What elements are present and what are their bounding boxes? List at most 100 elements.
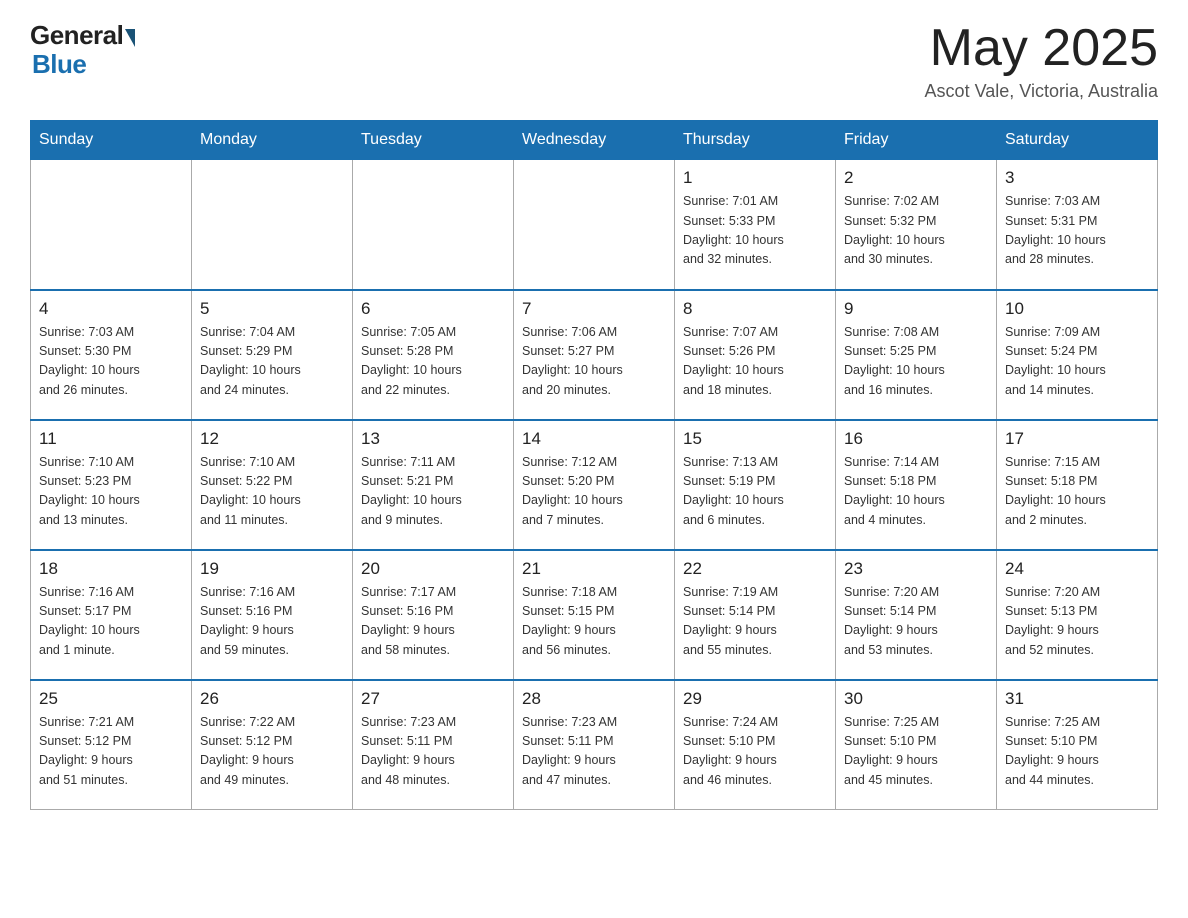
- calendar-cell: 17 Sunrise: 7:15 AMSunset: 5:18 PMDayligh…: [997, 420, 1158, 550]
- day-number: 8: [683, 299, 827, 319]
- calendar-table: SundayMondayTuesdayWednesdayThursdayFrid…: [30, 120, 1158, 810]
- day-number: 6: [361, 299, 505, 319]
- calendar-cell: [353, 160, 514, 290]
- col-header-thursday: Thursday: [675, 121, 836, 160]
- day-info: Sunrise: 7:20 AMSunset: 5:14 PMDaylight:…: [844, 583, 988, 661]
- day-info: Sunrise: 7:18 AMSunset: 5:15 PMDaylight:…: [522, 583, 666, 661]
- day-info: Sunrise: 7:19 AMSunset: 5:14 PMDaylight:…: [683, 583, 827, 661]
- day-info: Sunrise: 7:02 AMSunset: 5:32 PMDaylight:…: [844, 192, 988, 270]
- day-number: 20: [361, 559, 505, 579]
- calendar-cell: 5 Sunrise: 7:04 AMSunset: 5:29 PMDaylight…: [192, 290, 353, 420]
- calendar-cell: 4 Sunrise: 7:03 AMSunset: 5:30 PMDaylight…: [31, 290, 192, 420]
- day-number: 17: [1005, 429, 1149, 449]
- day-number: 31: [1005, 689, 1149, 709]
- page-header: General Blue May 2025 Ascot Vale, Victor…: [30, 20, 1158, 102]
- day-number: 1: [683, 168, 827, 188]
- calendar-cell: 15Sunrise: 7:13 AMSunset: 5:19 PMDayligh…: [675, 420, 836, 550]
- logo: General Blue: [30, 20, 135, 80]
- logo-general-text: General: [30, 20, 123, 51]
- day-number: 21: [522, 559, 666, 579]
- calendar-cell: 24Sunrise: 7:20 AMSunset: 5:13 PMDayligh…: [997, 550, 1158, 680]
- day-info: Sunrise: 7:12 AMSunset: 5:20 PMDaylight:…: [522, 453, 666, 531]
- day-info: Sunrise: 7:21 AMSunset: 5:12 PMDaylight:…: [39, 713, 183, 791]
- calendar-cell: 11Sunrise: 7:10 AMSunset: 5:23 PMDayligh…: [31, 420, 192, 550]
- day-number: 3: [1005, 168, 1149, 188]
- day-number: 5: [200, 299, 344, 319]
- calendar-cell: 9Sunrise: 7:08 AMSunset: 5:25 PMDaylight…: [836, 290, 997, 420]
- calendar-cell: 8 Sunrise: 7:07 AMSunset: 5:26 PMDaylight…: [675, 290, 836, 420]
- day-number: 25: [39, 689, 183, 709]
- day-info: Sunrise: 7:06 AMSunset: 5:27 PMDaylight:…: [522, 323, 666, 401]
- day-info: Sunrise: 7:01 AMSunset: 5:33 PMDaylight:…: [683, 192, 827, 270]
- day-info: Sunrise: 7:09 AMSunset: 5:24 PMDaylight:…: [1005, 323, 1149, 401]
- calendar-cell: 29Sunrise: 7:24 AMSunset: 5:10 PMDayligh…: [675, 680, 836, 810]
- calendar-cell: 27 Sunrise: 7:23 AMSunset: 5:11 PMDayligh…: [353, 680, 514, 810]
- month-title: May 2025: [925, 20, 1158, 77]
- day-info: Sunrise: 7:14 AMSunset: 5:18 PMDaylight:…: [844, 453, 988, 531]
- day-info: Sunrise: 7:07 AMSunset: 5:26 PMDaylight:…: [683, 323, 827, 401]
- col-header-sunday: Sunday: [31, 121, 192, 160]
- day-number: 23: [844, 559, 988, 579]
- day-info: Sunrise: 7:23 AMSunset: 5:11 PMDaylight:…: [522, 713, 666, 791]
- calendar-cell: 20 Sunrise: 7:17 AMSunset: 5:16 PMDayligh…: [353, 550, 514, 680]
- week-row-1: 1 Sunrise: 7:01 AMSunset: 5:33 PMDaylight…: [31, 160, 1158, 290]
- day-info: Sunrise: 7:03 AMSunset: 5:31 PMDaylight:…: [1005, 192, 1149, 270]
- calendar-cell: 6 Sunrise: 7:05 AMSunset: 5:28 PMDaylight…: [353, 290, 514, 420]
- day-info: Sunrise: 7:17 AMSunset: 5:16 PMDaylight:…: [361, 583, 505, 661]
- calendar-cell: 12 Sunrise: 7:10 AMSunset: 5:22 PMDayligh…: [192, 420, 353, 550]
- calendar-cell: 10 Sunrise: 7:09 AMSunset: 5:24 PMDayligh…: [997, 290, 1158, 420]
- day-number: 10: [1005, 299, 1149, 319]
- col-header-saturday: Saturday: [997, 121, 1158, 160]
- calendar-cell: 14 Sunrise: 7:12 AMSunset: 5:20 PMDayligh…: [514, 420, 675, 550]
- calendar-cell: 25 Sunrise: 7:21 AMSunset: 5:12 PMDayligh…: [31, 680, 192, 810]
- week-row-2: 4 Sunrise: 7:03 AMSunset: 5:30 PMDaylight…: [31, 290, 1158, 420]
- day-number: 2: [844, 168, 988, 188]
- day-number: 19: [200, 559, 344, 579]
- day-number: 14: [522, 429, 666, 449]
- day-info: Sunrise: 7:23 AMSunset: 5:11 PMDaylight:…: [361, 713, 505, 791]
- calendar-cell: 26 Sunrise: 7:22 AMSunset: 5:12 PMDayligh…: [192, 680, 353, 810]
- day-number: 11: [39, 429, 183, 449]
- day-info: Sunrise: 7:11 AMSunset: 5:21 PMDaylight:…: [361, 453, 505, 531]
- day-number: 30: [844, 689, 988, 709]
- day-info: Sunrise: 7:22 AMSunset: 5:12 PMDaylight:…: [200, 713, 344, 791]
- col-header-tuesday: Tuesday: [353, 121, 514, 160]
- day-number: 16: [844, 429, 988, 449]
- day-info: Sunrise: 7:03 AMSunset: 5:30 PMDaylight:…: [39, 323, 183, 401]
- location-text: Ascot Vale, Victoria, Australia: [925, 81, 1158, 102]
- calendar-header-row: SundayMondayTuesdayWednesdayThursdayFrid…: [31, 121, 1158, 160]
- calendar-cell: 21 Sunrise: 7:18 AMSunset: 5:15 PMDayligh…: [514, 550, 675, 680]
- calendar-cell: [514, 160, 675, 290]
- day-info: Sunrise: 7:05 AMSunset: 5:28 PMDaylight:…: [361, 323, 505, 401]
- day-number: 4: [39, 299, 183, 319]
- col-header-friday: Friday: [836, 121, 997, 160]
- calendar-cell: 7 Sunrise: 7:06 AMSunset: 5:27 PMDaylight…: [514, 290, 675, 420]
- day-number: 12: [200, 429, 344, 449]
- day-info: Sunrise: 7:08 AMSunset: 5:25 PMDaylight:…: [844, 323, 988, 401]
- calendar-cell: 3 Sunrise: 7:03 AMSunset: 5:31 PMDaylight…: [997, 160, 1158, 290]
- calendar-cell: 28Sunrise: 7:23 AMSunset: 5:11 PMDayligh…: [514, 680, 675, 810]
- day-number: 7: [522, 299, 666, 319]
- calendar-cell: 16 Sunrise: 7:14 AMSunset: 5:18 PMDayligh…: [836, 420, 997, 550]
- calendar-cell: 19 Sunrise: 7:16 AMSunset: 5:16 PMDayligh…: [192, 550, 353, 680]
- week-row-3: 11Sunrise: 7:10 AMSunset: 5:23 PMDayligh…: [31, 420, 1158, 550]
- calendar-cell: [31, 160, 192, 290]
- logo-blue-text: Blue: [32, 49, 86, 80]
- day-info: Sunrise: 7:10 AMSunset: 5:22 PMDaylight:…: [200, 453, 344, 531]
- day-info: Sunrise: 7:16 AMSunset: 5:16 PMDaylight:…: [200, 583, 344, 661]
- day-info: Sunrise: 7:15 AMSunset: 5:18 PMDaylight:…: [1005, 453, 1149, 531]
- calendar-cell: [192, 160, 353, 290]
- calendar-cell: 1 Sunrise: 7:01 AMSunset: 5:33 PMDaylight…: [675, 160, 836, 290]
- day-number: 26: [200, 689, 344, 709]
- day-number: 29: [683, 689, 827, 709]
- week-row-5: 25 Sunrise: 7:21 AMSunset: 5:12 PMDayligh…: [31, 680, 1158, 810]
- calendar-cell: 31Sunrise: 7:25 AMSunset: 5:10 PMDayligh…: [997, 680, 1158, 810]
- day-info: Sunrise: 7:20 AMSunset: 5:13 PMDaylight:…: [1005, 583, 1149, 661]
- week-row-4: 18Sunrise: 7:16 AMSunset: 5:17 PMDayligh…: [31, 550, 1158, 680]
- day-number: 27: [361, 689, 505, 709]
- calendar-cell: 30Sunrise: 7:25 AMSunset: 5:10 PMDayligh…: [836, 680, 997, 810]
- day-info: Sunrise: 7:04 AMSunset: 5:29 PMDaylight:…: [200, 323, 344, 401]
- day-number: 15: [683, 429, 827, 449]
- day-number: 22: [683, 559, 827, 579]
- col-header-monday: Monday: [192, 121, 353, 160]
